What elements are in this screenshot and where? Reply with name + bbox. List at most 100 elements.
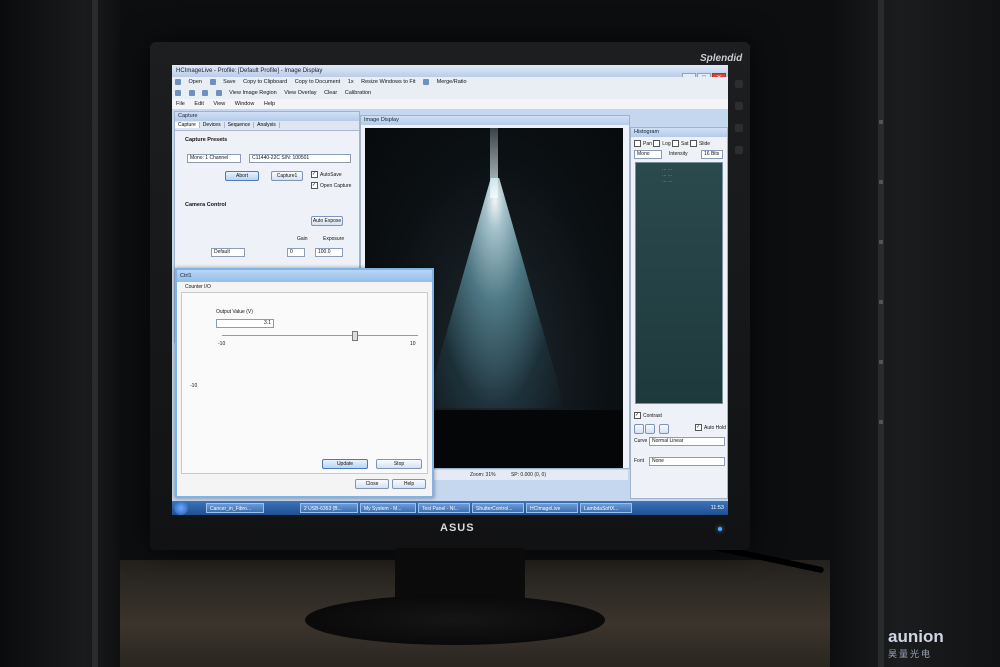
open-icon[interactable] (175, 78, 181, 85)
open-capture-checkbox[interactable]: ✓ Open Capture (311, 182, 351, 189)
shelf-rail (878, 0, 884, 667)
stop-button[interactable]: Stop (376, 459, 422, 469)
toolbar-view-overlay[interactable]: View Overlay (284, 90, 316, 96)
option-pan[interactable]: Pan (643, 141, 652, 147)
taskbar-item[interactable]: My System - M... (360, 503, 416, 513)
output-value-field[interactable]: 3.1 (216, 319, 274, 328)
default-select[interactable]: Default (211, 248, 245, 257)
abort-button[interactable]: Abort (225, 171, 259, 181)
monitor-button[interactable] (735, 80, 743, 88)
merge-icon[interactable] (423, 78, 430, 85)
tool-icon[interactable] (215, 89, 222, 96)
histogram-panel: Histogram Pan Log Sat Slide Mono Intensi… (630, 127, 728, 499)
dialog-title: Ctrl1 (180, 273, 192, 279)
toolbar-copy-document[interactable]: Copy to Document (295, 79, 341, 85)
histogram-mode-select[interactable]: Mono (634, 150, 662, 159)
histogram-tool-button[interactable] (634, 424, 644, 434)
monitor-button[interactable] (735, 102, 743, 110)
toolbar-clear[interactable]: Clear (324, 90, 337, 96)
watermark-subtitle: 昊量光电 (888, 649, 933, 659)
dialog-titlebar: Ctrl1 (177, 270, 432, 282)
taskbar-item[interactable]: LambdaSoftX... (580, 503, 632, 513)
taskbar-item[interactable]: ShutterControl... (472, 503, 524, 513)
toolbar-calibration[interactable]: Calibration (345, 90, 371, 96)
tool-icon[interactable] (202, 89, 209, 96)
capture-panel-title: Capture (175, 112, 359, 121)
coordinate-readout: SP: 0.000 (0, 0) (510, 472, 546, 478)
exposure-field[interactable]: 100.0 (315, 248, 343, 257)
monitor-button[interactable] (735, 124, 743, 132)
monitor-stand-base (305, 595, 605, 645)
intensity-label: Intensity (669, 151, 688, 157)
histogram-options: Pan Log Sat Slide (634, 140, 710, 147)
menu-view[interactable]: View (213, 101, 225, 107)
taskbar-clock: 11:53 (710, 505, 724, 511)
output-slider-thumb[interactable] (352, 331, 358, 341)
auto-hold-label: Auto Hold (704, 424, 726, 431)
auto-expose-button[interactable]: Auto Expose (311, 216, 343, 226)
mode-select[interactable]: Mono: 1 Channel (187, 154, 241, 163)
toolbar-view-region[interactable]: View Image Region (229, 90, 277, 96)
autosave-checkbox[interactable]: ✓ AutoSave (311, 171, 342, 178)
font-label: Font (634, 458, 645, 464)
monitor-brand-asus: ASUS (440, 522, 475, 534)
menu-bar: File Edit View Window Help (172, 99, 728, 109)
option-sat[interactable]: Sat (681, 141, 689, 147)
app-title: HCImageLive - Profile: [Default Profile]… (176, 68, 323, 74)
bits-select[interactable]: 16 Bits (701, 150, 723, 159)
taskbar-item[interactable]: Test Panel - NI... (418, 503, 470, 513)
tab-sequence[interactable]: Sequence (224, 122, 255, 128)
histogram-tool-button[interactable] (645, 424, 655, 434)
start-button[interactable] (174, 501, 188, 515)
contrast-checkbox[interactable]: ✓ Contrast (634, 412, 662, 419)
rail-hole (879, 180, 883, 184)
tab-analysis[interactable]: Analysis (254, 122, 280, 128)
auto-hold-checkbox[interactable]: ✓ Auto Hold (695, 424, 726, 431)
histogram-plot[interactable]: ··· ··· ··· ··· ··· ··· (635, 162, 723, 404)
update-button[interactable]: Update (322, 459, 368, 469)
zoom-readout: Zoom: 31% (470, 472, 496, 478)
autosave-label: AutoSave (320, 171, 342, 178)
option-log[interactable]: Log (662, 141, 670, 147)
font-select[interactable]: None (649, 457, 725, 466)
gain-field[interactable]: 0 (287, 248, 305, 257)
camera-control-header: Camera Control (185, 202, 227, 208)
tool-icon[interactable] (188, 89, 195, 96)
shelf-right (830, 0, 1000, 667)
rail-hole (879, 240, 883, 244)
option-slide[interactable]: Slide (699, 141, 710, 147)
histogram-tool-button[interactable] (659, 424, 669, 434)
gain-label: Gain (297, 236, 308, 242)
menu-edit[interactable]: Edit (194, 101, 203, 107)
tool-icon[interactable] (175, 89, 181, 96)
capture1-button[interactable]: Capture1 (271, 171, 303, 181)
menu-window[interactable]: Window (235, 101, 255, 107)
taskbar-item[interactable]: Cancer_in_Fibro... (206, 503, 264, 513)
monitor-button[interactable] (735, 146, 743, 154)
taskbar-item[interactable]: HCImageLive (526, 503, 578, 513)
curve-select[interactable]: Normal Linear (649, 437, 725, 446)
menu-file[interactable]: File (176, 101, 185, 107)
tab-capture[interactable]: Capture (175, 122, 200, 128)
contrast-label: Contrast (643, 412, 662, 419)
menu-help[interactable]: Help (264, 101, 275, 107)
toolbar-copy-clipboard[interactable]: Copy to Clipboard (243, 79, 287, 85)
shelf-left (0, 0, 120, 667)
taskbar-item[interactable]: 2 USB-6363 (B... (300, 503, 358, 513)
toolbar-merge-ratio[interactable]: Merge/Ratio (437, 79, 467, 85)
dialog-help-button[interactable]: Help (392, 479, 426, 489)
dialog-close-button[interactable]: Close (355, 479, 389, 489)
toolbar-open[interactable]: Open (189, 79, 202, 85)
toolbar-zoom-1x[interactable]: 1x (348, 79, 354, 85)
spray-plume (425, 178, 565, 408)
power-led (718, 527, 722, 531)
toolbar-save[interactable]: Save (223, 79, 236, 85)
save-icon[interactable] (209, 78, 216, 85)
tab-devices[interactable]: Devices (199, 122, 225, 128)
monitor-screen: HCImageLive - Profile: [Default Profile]… (172, 65, 728, 515)
output-slider-track[interactable] (222, 335, 418, 336)
monitor-buttons[interactable] (735, 80, 743, 168)
toolbar-resize-fit[interactable]: Resize Windows to Fit (361, 79, 415, 85)
dialog-tab-counter-io[interactable]: Counter I/O (185, 284, 211, 290)
camera-select[interactable]: C11440-22C S/N: 100501 (249, 154, 351, 163)
